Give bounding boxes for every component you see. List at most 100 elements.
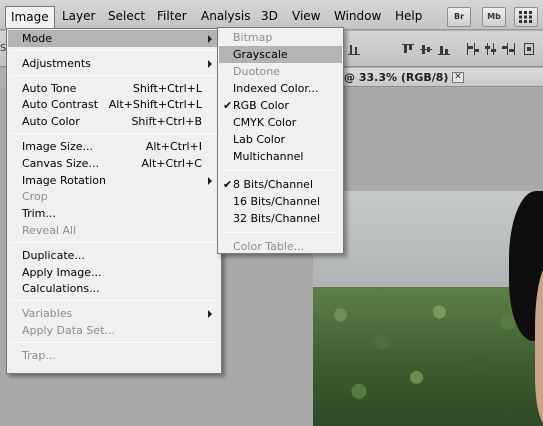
menu-separator bbox=[11, 241, 217, 243]
mode-menu-item-duotone: Duotone bbox=[219, 63, 342, 80]
checkmark-icon: ✔ bbox=[223, 99, 233, 112]
image-menu-item-crop: Crop bbox=[8, 188, 220, 205]
menu-item-label: Calculations... bbox=[22, 282, 100, 296]
menu-item-label: Reveal All bbox=[22, 224, 77, 237]
image-menu-item-variables: Variables bbox=[8, 305, 220, 322]
menu-item-label: Image Rotation bbox=[22, 173, 106, 187]
menu-item-shortcut: Alt+Shift+Ctrl+L bbox=[108, 98, 202, 112]
image-menu-item-calculations[interactable]: Calculations... bbox=[8, 280, 220, 297]
menu-item-label: Duplicate... bbox=[22, 248, 85, 262]
menu-filter[interactable]: Filter bbox=[152, 7, 192, 26]
menu-item-label: 8 Bits/Channel bbox=[233, 178, 314, 191]
image-menu-item-trim[interactable]: Trim... bbox=[8, 205, 220, 222]
menu-separator bbox=[11, 300, 217, 302]
image-menu-item-auto-contrast[interactable]: Auto Contrast Alt+Shift+Ctrl+L bbox=[8, 96, 220, 113]
distribute-left-icon[interactable] bbox=[466, 43, 480, 56]
auto-align-icon[interactable] bbox=[524, 43, 538, 56]
menu-analysis[interactable]: Analysis bbox=[196, 7, 255, 26]
menu-window[interactable]: Window bbox=[329, 7, 386, 26]
menu-item-label: Trap... bbox=[22, 348, 56, 362]
mode-menu-item-lab-color[interactable]: Lab Color bbox=[219, 131, 342, 148]
menu-item-shortcut: Alt+Ctrl+C bbox=[141, 156, 202, 170]
mini-bridge-button[interactable]: Mb bbox=[482, 7, 506, 27]
mode-submenu: Bitmap Grayscale Duotone Indexed Color... ✔ R… bbox=[217, 27, 344, 254]
menu-view[interactable]: View bbox=[287, 7, 325, 26]
close-icon[interactable]: ✕ bbox=[452, 72, 464, 83]
align-vertical-centers-icon[interactable] bbox=[420, 43, 434, 56]
align-bottom-icon[interactable] bbox=[348, 43, 362, 56]
mode-menu-item-cmyk-color[interactable]: CMYK Color bbox=[219, 114, 342, 131]
menu-separator bbox=[11, 49, 217, 51]
menu-item-label: RGB Color bbox=[233, 99, 289, 112]
submenu-arrow-icon bbox=[208, 59, 212, 68]
menu-item-label: Trim... bbox=[22, 207, 56, 221]
menu-item-label: Canvas Size... bbox=[22, 156, 99, 170]
menu-separator bbox=[11, 341, 217, 343]
mode-menu-item-32-bits-channel[interactable]: 32 Bits/Channel bbox=[219, 210, 342, 227]
distribute-right-icon[interactable] bbox=[502, 43, 516, 56]
document-title: @ 33.3% (RGB/8) bbox=[344, 71, 449, 84]
menu-item-label: Apply Image... bbox=[22, 265, 102, 279]
menu-select[interactable]: Select bbox=[103, 7, 150, 26]
menu-item-label: 16 Bits/Channel bbox=[233, 195, 321, 208]
menu-item-label: Auto Color bbox=[22, 115, 80, 129]
menu-item-shortcut: Shift+Ctrl+B bbox=[131, 115, 202, 129]
menu-item-label: Duotone bbox=[233, 65, 280, 78]
grid-icon[interactable] bbox=[514, 7, 538, 27]
menu-item-label: 32 Bits/Channel bbox=[233, 212, 321, 225]
menu-separator bbox=[222, 170, 339, 171]
menu-item-label: Mode bbox=[22, 32, 52, 45]
menu-item-label: Auto Contrast bbox=[22, 98, 99, 112]
menu-image[interactable]: Image bbox=[5, 6, 55, 28]
align-top-edges-icon[interactable] bbox=[402, 43, 416, 56]
mode-menu-item-multichannel[interactable]: Multichannel bbox=[219, 148, 342, 165]
image-menu-item-canvas-size[interactable]: Canvas Size... Alt+Ctrl+C bbox=[8, 155, 220, 172]
menu-item-label: Auto Tone bbox=[22, 81, 77, 95]
align-bottom-edges-icon[interactable] bbox=[438, 43, 452, 56]
menu-item-label: Bitmap bbox=[233, 31, 273, 44]
image-menu-item-auto-tone[interactable]: Auto Tone Shift+Ctrl+L bbox=[8, 80, 220, 97]
menu-item-label: Multichannel bbox=[233, 150, 304, 163]
mode-menu-item-indexed-color[interactable]: Indexed Color... bbox=[219, 80, 342, 97]
image-menu-item-reveal-all: Reveal All bbox=[8, 222, 220, 239]
menu-separator bbox=[222, 232, 339, 233]
menu-layer[interactable]: Layer bbox=[57, 7, 100, 26]
document-image[interactable] bbox=[313, 191, 543, 426]
mode-menu-item-color-table: Color Table... bbox=[219, 238, 342, 255]
menu-item-label: Apply Data Set... bbox=[22, 324, 115, 337]
mode-menu-item-rgb-color[interactable]: ✔ RGB Color bbox=[219, 97, 342, 114]
menu-item-label: Adjustments bbox=[22, 56, 91, 70]
image-menu-item-apply-data-set: Apply Data Set... bbox=[8, 322, 220, 339]
mode-menu-item-16-bits-channel[interactable]: 16 Bits/Channel bbox=[219, 193, 342, 210]
menu-separator bbox=[11, 74, 217, 76]
distribute-horizontal-centers-icon[interactable] bbox=[484, 43, 498, 56]
bridge-button[interactable]: Br bbox=[447, 7, 471, 27]
menu-3d[interactable]: 3D bbox=[256, 7, 283, 26]
image-menu: Mode Adjustments Auto Tone Shift+Ctrl+L Auto… bbox=[6, 28, 222, 374]
menu-item-shortcut: Alt+Ctrl+I bbox=[145, 140, 202, 153]
image-menu-item-auto-color[interactable]: Auto Color Shift+Ctrl+B bbox=[8, 113, 220, 130]
submenu-arrow-icon bbox=[208, 35, 212, 43]
checkmark-icon: ✔ bbox=[223, 178, 233, 191]
menu-item-label: Lab Color bbox=[233, 133, 286, 146]
menu-item-label: CMYK Color bbox=[233, 116, 297, 129]
image-menu-item-mode[interactable]: Mode bbox=[8, 30, 220, 47]
menu-item-label: Image Size... bbox=[22, 140, 94, 153]
mode-menu-item-grayscale[interactable]: Grayscale bbox=[219, 46, 342, 63]
image-menu-item-duplicate[interactable]: Duplicate... bbox=[8, 247, 220, 264]
submenu-arrow-icon bbox=[208, 176, 212, 185]
menu-item-label: Crop bbox=[22, 190, 48, 204]
menu-help[interactable]: Help bbox=[390, 7, 427, 26]
photo-hedge bbox=[313, 287, 543, 426]
menu-item-label: Variables bbox=[22, 307, 73, 321]
mode-menu-item-bitmap: Bitmap bbox=[219, 29, 342, 46]
mode-menu-item-8-bits-channel[interactable]: ✔ 8 Bits/Channel bbox=[219, 176, 342, 193]
menu-separator bbox=[11, 133, 217, 134]
image-menu-item-apply-image[interactable]: Apply Image... bbox=[8, 264, 220, 281]
menu-item-label: Indexed Color... bbox=[233, 82, 319, 95]
menu-item-label: Grayscale bbox=[233, 48, 288, 61]
image-menu-item-image-size[interactable]: Image Size... Alt+Ctrl+I bbox=[8, 138, 220, 155]
image-menu-item-adjustments[interactable]: Adjustments bbox=[8, 55, 220, 72]
image-menu-item-image-rotation[interactable]: Image Rotation bbox=[8, 172, 220, 189]
menu-item-label: Color Table... bbox=[233, 240, 305, 253]
